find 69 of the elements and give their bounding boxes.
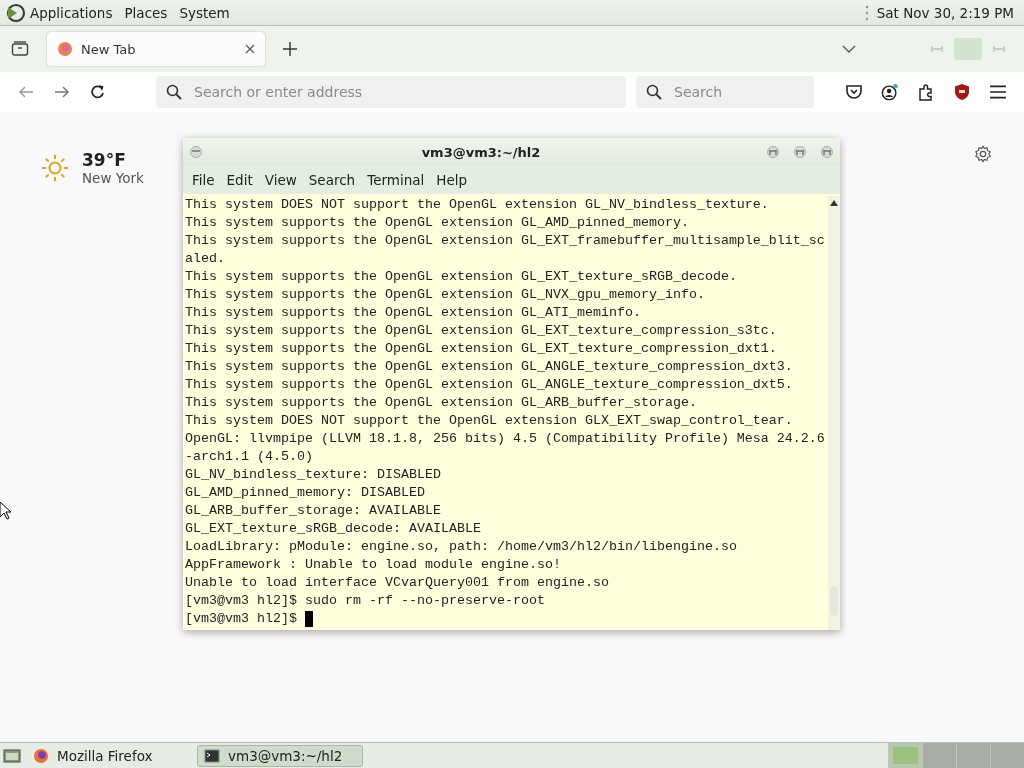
shell-prompt: [vm3@vm3 hl2]$ [185, 610, 298, 628]
window-menu-icon[interactable] [189, 146, 203, 158]
text-cursor [305, 611, 313, 627]
tab-list-icon[interactable] [842, 45, 856, 53]
close-icon[interactable] [245, 44, 255, 54]
maximize-icon[interactable] [793, 146, 807, 158]
terminal-line: AppFramework : Unable to load module engine.so! [185, 556, 562, 574]
menu-item[interactable]: Edit [226, 172, 253, 188]
back-icon[interactable] [18, 84, 34, 100]
terminal-line: This system supports the OpenGL extension GL_EXT_texture_compression_dxt1. [185, 340, 778, 358]
distro-logo-icon[interactable] [6, 2, 26, 23]
search-icon [646, 84, 662, 100]
terminal-line: This system supports the OpenGL extension GL_ANGLE_texture_compression_dxt3. [185, 358, 794, 376]
terminal-line: This system supports the OpenGL extension GL_ARB_buffer_storage. [185, 394, 698, 412]
reload-icon[interactable] [90, 84, 106, 100]
terminal-line: This system supports the OpenGL extension GL_EXT_framebuffer_multisample_blit_scaled. [185, 232, 826, 268]
terminal-line: GL_EXT_texture_sRGB_decode: AVAILABLE [185, 520, 482, 538]
panel-menu[interactable]: System [179, 4, 230, 21]
shield-icon[interactable] [953, 83, 971, 101]
browser-tab[interactable]: New Tab [47, 32, 265, 66]
terminal-line: This system supports the OpenGL extension GL_EXT_texture_sRGB_decode. [185, 268, 738, 286]
terminal-line: LoadLibrary: pModule: engine.so, path: /home/vm3/hl2/bin/libengine.so [185, 538, 738, 556]
terminal-line: [vm3@vm3 hl2]$ sudo rm -rf --no-preserve-root [185, 592, 546, 610]
menu-item[interactable]: View [264, 172, 297, 188]
terminal-line: GL_ARB_buffer_storage: AVAILABLE [185, 502, 442, 520]
terminal-line: This system supports the OpenGL extension GL_NVX_gpu_memory_info. [185, 286, 706, 304]
terminal-line: This system supports the OpenGL extension GL_ANGLE_texture_compression_dxt5. [185, 376, 794, 394]
forward-icon[interactable] [54, 84, 70, 100]
terminal-line: This system DOES NOT support the OpenGL extension GLX_EXT_swap_control_tear. [185, 412, 794, 430]
location: New York [82, 170, 144, 186]
settings-icon[interactable] [974, 145, 992, 163]
search-icon [166, 84, 182, 100]
task-button[interactable]: Mozilla Firefox [27, 744, 193, 767]
panel-menu[interactable]: Places [124, 4, 168, 21]
terminal-icon [204, 747, 220, 764]
minimize-icon[interactable] [766, 146, 780, 158]
menu-icon[interactable] [989, 83, 1007, 101]
browser-logo-icon [57, 41, 73, 57]
menu-item[interactable]: File [192, 172, 215, 188]
sun-icon [40, 153, 70, 183]
address-field[interactable]: Search or enter address [156, 76, 626, 108]
terminal-line: Unable to load interface VCvarQuery001 from engine.so [185, 574, 610, 592]
terminal-line: OpenGL: llvmpipe (LLVM 18.1.8, 256 bits) 4.5 (Compatibility Profile) Mesa 24.2.6-arch1.1 (4.5.0) [185, 430, 826, 466]
terminal-line: GL_AMD_pinned_memory: DISABLED [185, 484, 426, 502]
menu-item[interactable]: Help [436, 172, 468, 188]
show-desktop-icon[interactable] [3, 747, 21, 764]
window-title: vm3@vm3:~/hl2 [420, 144, 542, 160]
close-icon[interactable] [820, 146, 834, 158]
menu-item[interactable]: Terminal [367, 172, 425, 188]
search-field[interactable]: Search [636, 76, 814, 108]
drag-handle-icon [864, 3, 869, 22]
new-tab-icon[interactable] [283, 42, 297, 56]
tab-overview-icon[interactable] [11, 41, 29, 57]
terminal-line: GL_NV_bindless_texture: DISABLED [185, 466, 442, 484]
browser-logo-icon [33, 747, 49, 764]
scroll-up-icon[interactable] [830, 200, 838, 206]
task-button[interactable]: vm3@vm3:~/hl2 [197, 744, 363, 767]
terminal-line: This system supports the OpenGL extension GL_AMD_pinned_memory. [185, 214, 690, 232]
menu-item[interactable]: Search [308, 172, 356, 188]
panel-menu[interactable]: Applications [30, 4, 113, 21]
terminal-line: This system DOES NOT support the OpenGL extension GL_NV_bindless_texture. [185, 196, 770, 214]
extensions-icon[interactable] [917, 83, 935, 101]
account-icon[interactable] [881, 83, 899, 101]
pocket-icon[interactable] [845, 83, 863, 101]
terminal-line: This system supports the OpenGL extension GL_EXT_texture_compression_s3tc. [185, 322, 778, 340]
scrollbar[interactable] [828, 196, 840, 630]
terminal-line: This system supports the OpenGL extension GL_ATI_meminfo. [185, 304, 642, 322]
temperature: 39°F [82, 150, 127, 170]
clock[interactable]: Sat Nov 30, 2:19 PM [876, 4, 1014, 21]
